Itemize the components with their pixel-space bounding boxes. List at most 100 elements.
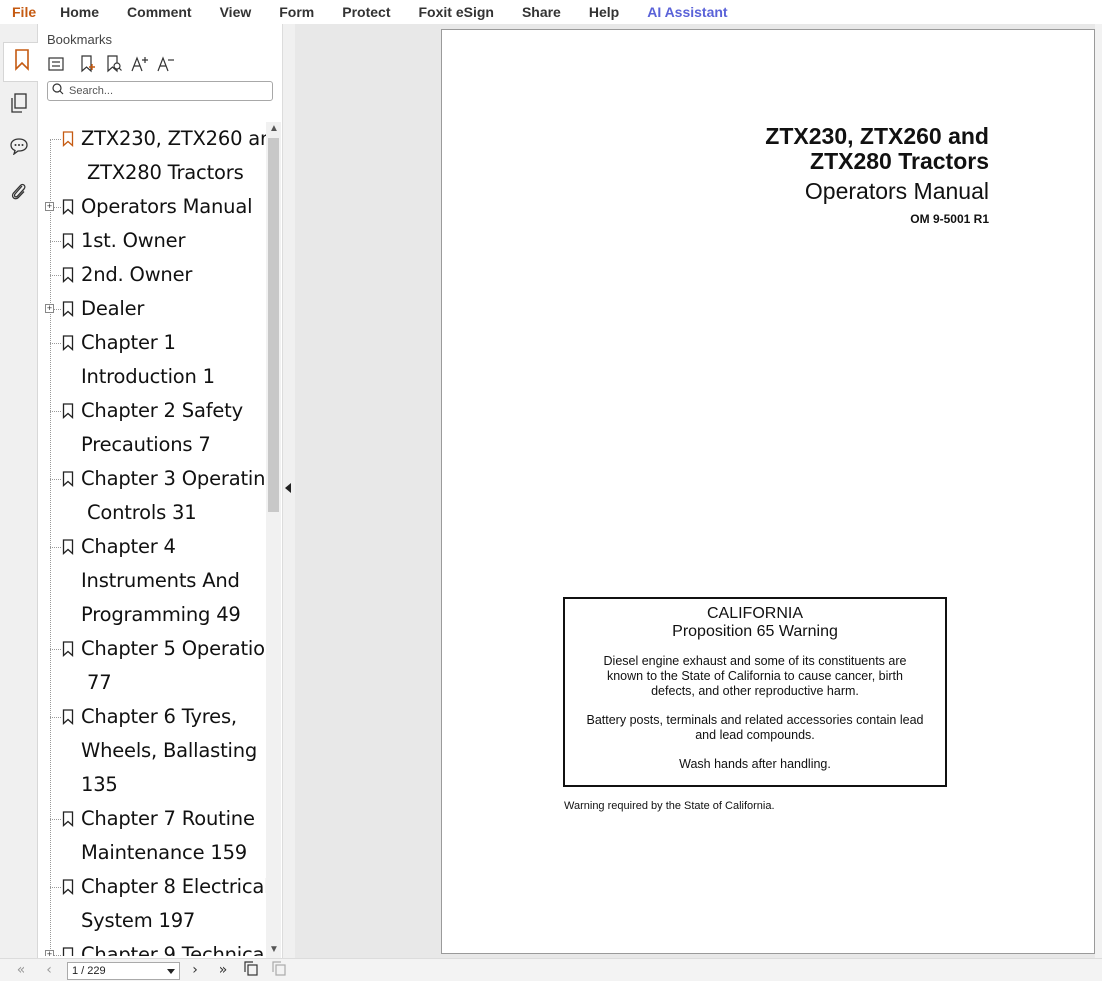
expand-all-button[interactable] [46,56,66,76]
bookmark-search-box[interactable] [47,81,273,101]
bookmark-item[interactable]: Chapter 7 Routine Maintenance 159 [38,802,266,870]
bookmark-label: Operators Manual [81,195,253,218]
last-page-button[interactable]: » [214,962,232,978]
add-bookmark-button[interactable] [78,54,98,78]
bookmarks-panel-button[interactable] [3,42,39,82]
panel-icon-strip [0,24,39,958]
search-icon [52,82,64,100]
search-input[interactable] [69,85,259,97]
bookmark-label: System 197 [81,909,196,932]
previous-page-button[interactable]: ‹ [40,962,58,978]
page-number-field[interactable]: 1 / 229 [67,962,180,980]
bookmark-label: ZTX280 Tractors [81,161,244,184]
bookmark-label: Introduction 1 [81,365,215,388]
pages-icon [10,92,28,118]
bookmark-item[interactable]: Chapter 6 Tyres, Wheels, Ballasting 135 [38,700,266,802]
next-page-button[interactable]: › [186,962,204,978]
comments-panel-button[interactable] [3,128,35,168]
menu-share[interactable]: Share [508,0,575,24]
bookmark-icon [62,811,74,827]
warning-paragraph-3: Wash hands after handling. [679,757,831,771]
collapse-panel-icon[interactable] [285,483,291,493]
add-bookmark-icon [80,54,96,78]
menu-file[interactable]: File [0,0,46,24]
bookmark-item[interactable]: Chapter 5 Operation 77 [38,632,266,700]
expand-icon[interactable]: + [45,304,54,313]
document-code: OM 9-5001 R1 [910,212,989,226]
tree-connector [50,343,61,344]
bookmark-item[interactable]: + Chapter 9 Technical [38,938,266,956]
attachments-icon [10,181,28,208]
bookmark-item[interactable]: + Dealer [38,292,266,326]
bookmark-label: Chapter 2 Safety [81,399,243,422]
find-bookmark-icon [106,54,122,78]
document-scrollbar[interactable] [1095,24,1102,958]
first-page-button[interactable]: « [12,962,30,978]
first-page-icon: « [16,962,26,978]
panel-splitter[interactable] [282,24,295,958]
bookmark-item[interactable]: ZTX230, ZTX260 and ZTX280 Tractors [38,122,266,190]
attachments-panel-button[interactable] [3,174,35,214]
bookmark-label: Chapter 3 Operating [81,467,266,490]
bookmark-item[interactable]: 1st. Owner [38,224,266,258]
menu-home[interactable]: Home [46,0,113,24]
tree-connector [50,275,61,276]
previous-view-button[interactable] [242,960,260,980]
bookmark-item[interactable]: + Operators Manual [38,190,266,224]
last-page-icon: » [218,962,228,978]
warning-footnote: Warning required by the State of Califor… [564,800,775,812]
bookmark-icon [62,335,74,351]
menu-help[interactable]: Help [575,0,633,24]
chevron-down-icon[interactable] [167,969,175,974]
bookmark-item[interactable]: Chapter 8 Electrical System 197 [38,870,266,938]
find-bookmark-button[interactable] [104,54,124,78]
next-view-button[interactable] [270,960,288,980]
bookmark-label: Precautions 7 [81,433,211,456]
status-bar: « ‹ 1 / 229 › » [0,958,1102,981]
bookmark-icon [62,471,74,487]
bookmark-label: Chapter 5 Operation [81,637,266,660]
bookmark-item[interactable]: Chapter 1 Introduction 1 [38,326,266,394]
bookmark-label: Chapter 9 Technical [81,943,266,956]
bookmarks-panel: Bookmarks Search... ZTX230, ZTX260 and Z… [38,24,282,958]
next-view-icon [271,960,287,980]
bookmark-label: 77 [81,671,112,694]
expand-all-icon [48,56,64,76]
menu-ai-assistant[interactable]: AI Assistant [633,0,741,24]
bookmark-icon [62,199,74,215]
expand-icon[interactable]: + [45,950,54,956]
pages-panel-button[interactable] [3,85,35,125]
decrease-font-button[interactable] [156,55,176,76]
scroll-down-icon[interactable]: ▼ [269,944,279,955]
warning-paragraph-1: Diesel engine exhaust and some of its co… [603,654,907,698]
bookmark-item[interactable]: Chapter 2 Safety Precautions 7 [38,394,266,462]
bookmark-icon [62,267,74,283]
menu-protect[interactable]: Protect [328,0,404,24]
document-subtitle: Operators Manual [804,178,989,204]
page-number-value: 1 / 229 [72,965,106,977]
previous-view-icon [243,960,259,980]
bookmark-item[interactable]: Chapter 3 Operating Controls 31 [38,462,266,530]
tree-connector [50,717,61,718]
bookmark-scrollbar[interactable]: ▲ ▼ [266,122,281,958]
tree-connector [50,139,61,140]
bookmarks-toolbar [46,54,176,78]
scrollbar-thumb[interactable] [268,138,279,512]
bookmark-icon [62,131,74,147]
scroll-up-icon[interactable]: ▲ [269,123,279,134]
document-view[interactable]: ZTX230, ZTX260 and ZTX280 Tractors Opera… [295,24,1102,958]
bookmark-icon [62,301,74,317]
menu-foxit-esign[interactable]: Foxit eSign [404,0,507,24]
expand-icon[interactable]: + [45,202,54,211]
bookmark-item[interactable]: 2nd. Owner [38,258,266,292]
bookmark-label: Controls 31 [81,501,197,524]
menu-form[interactable]: Form [265,0,328,24]
previous-page-icon: ‹ [46,962,52,978]
bookmark-label: Chapter 8 Electrical [81,875,266,898]
menu-view[interactable]: View [206,0,266,24]
bookmark-tree: ZTX230, ZTX260 and ZTX280 Tractors + Opera… [38,122,266,956]
bookmark-item[interactable]: Chapter 4 Instruments And Programming 49 [38,530,266,632]
bookmark-icon [62,641,74,657]
menu-comment[interactable]: Comment [113,0,206,24]
increase-font-button[interactable] [130,55,150,76]
